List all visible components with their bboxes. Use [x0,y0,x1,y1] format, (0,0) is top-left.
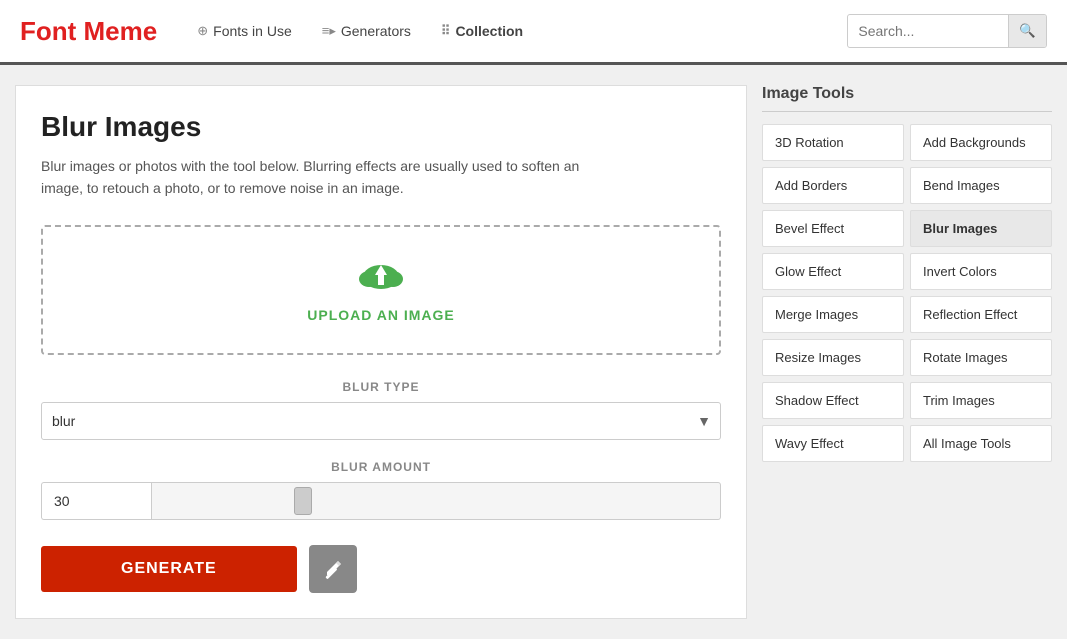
upload-icon [356,257,406,297]
edit-button[interactable] [309,545,357,593]
tool-item-wavy-effect[interactable]: Wavy Effect [762,425,904,462]
tool-item-glow-effect[interactable]: Glow Effect [762,253,904,290]
page-description: Blur images or photos with the tool belo… [41,155,601,200]
list-icon: ≡▸ [322,23,336,39]
nav-generators-label: Generators [341,23,411,39]
search-button[interactable]: 🔍 [1008,14,1046,48]
pencil-icon [322,558,344,580]
grid-icon: ⠿ [441,23,451,39]
nav-generators[interactable]: ≡▸ Generators [322,23,411,39]
tools-grid: 3D RotationAdd BackgroundsAdd BordersBen… [762,124,1052,462]
nav-collection[interactable]: ⠿ Collection [441,23,523,39]
nav-fonts-in-use[interactable]: ⊕ Fonts in Use [197,23,292,39]
tool-item-bevel-effect[interactable]: Bevel Effect [762,210,904,247]
upload-label: UPLOAD AN IMAGE [73,307,689,323]
main-nav: ⊕ Fonts in Use ≡▸ Generators ⠿ Collectio… [197,23,847,39]
tool-item-invert-colors[interactable]: Invert Colors [910,253,1052,290]
blur-type-wrapper: blur motion blur radial blur ▼ [41,402,721,440]
blur-amount-label: BLUR AMOUNT [41,460,721,474]
nav-collection-label: Collection [455,23,523,39]
tool-item-all-image-tools[interactable]: All Image Tools [910,425,1052,462]
tool-item-bend-images[interactable]: Bend Images [910,167,1052,204]
blur-type-label: BLUR TYPE [41,380,721,394]
main-layout: Blur Images Blur images or photos with t… [0,65,1067,639]
tool-item-reflection-effect[interactable]: Reflection Effect [910,296,1052,333]
site-logo[interactable]: Font Meme [20,16,157,47]
blur-slider-track[interactable] [151,482,721,520]
tool-item-3d-rotation[interactable]: 3D Rotation [762,124,904,161]
header: Font Meme ⊕ Fonts in Use ≡▸ Generators ⠿… [0,0,1067,65]
blur-amount-value: 30 [41,482,151,520]
tool-item-add-borders[interactable]: Add Borders [762,167,904,204]
search-input[interactable] [848,23,1008,39]
button-row: GENERATE [41,545,721,593]
page-title: Blur Images [41,111,721,143]
target-icon: ⊕ [197,23,208,39]
upload-area[interactable]: UPLOAD AN IMAGE [41,225,721,355]
nav-fonts-label: Fonts in Use [213,23,292,39]
search-box: 🔍 [847,14,1047,48]
blur-amount-row: 30 [41,482,721,520]
tool-item-resize-images[interactable]: Resize Images [762,339,904,376]
tool-item-rotate-images[interactable]: Rotate Images [910,339,1052,376]
tool-item-add-backgrounds[interactable]: Add Backgrounds [910,124,1052,161]
tool-item-shadow-effect[interactable]: Shadow Effect [762,382,904,419]
blur-type-select[interactable]: blur motion blur radial blur [41,402,721,440]
tool-item-trim-images[interactable]: Trim Images [910,382,1052,419]
sidebar: Image Tools 3D RotationAdd BackgroundsAd… [762,85,1052,619]
generate-button[interactable]: GENERATE [41,546,297,592]
content-panel: Blur Images Blur images or photos with t… [15,85,747,619]
sidebar-title: Image Tools [762,85,1052,112]
tool-item-merge-images[interactable]: Merge Images [762,296,904,333]
blur-slider-handle[interactable] [294,487,312,515]
tool-item-blur-images[interactable]: Blur Images [910,210,1052,247]
